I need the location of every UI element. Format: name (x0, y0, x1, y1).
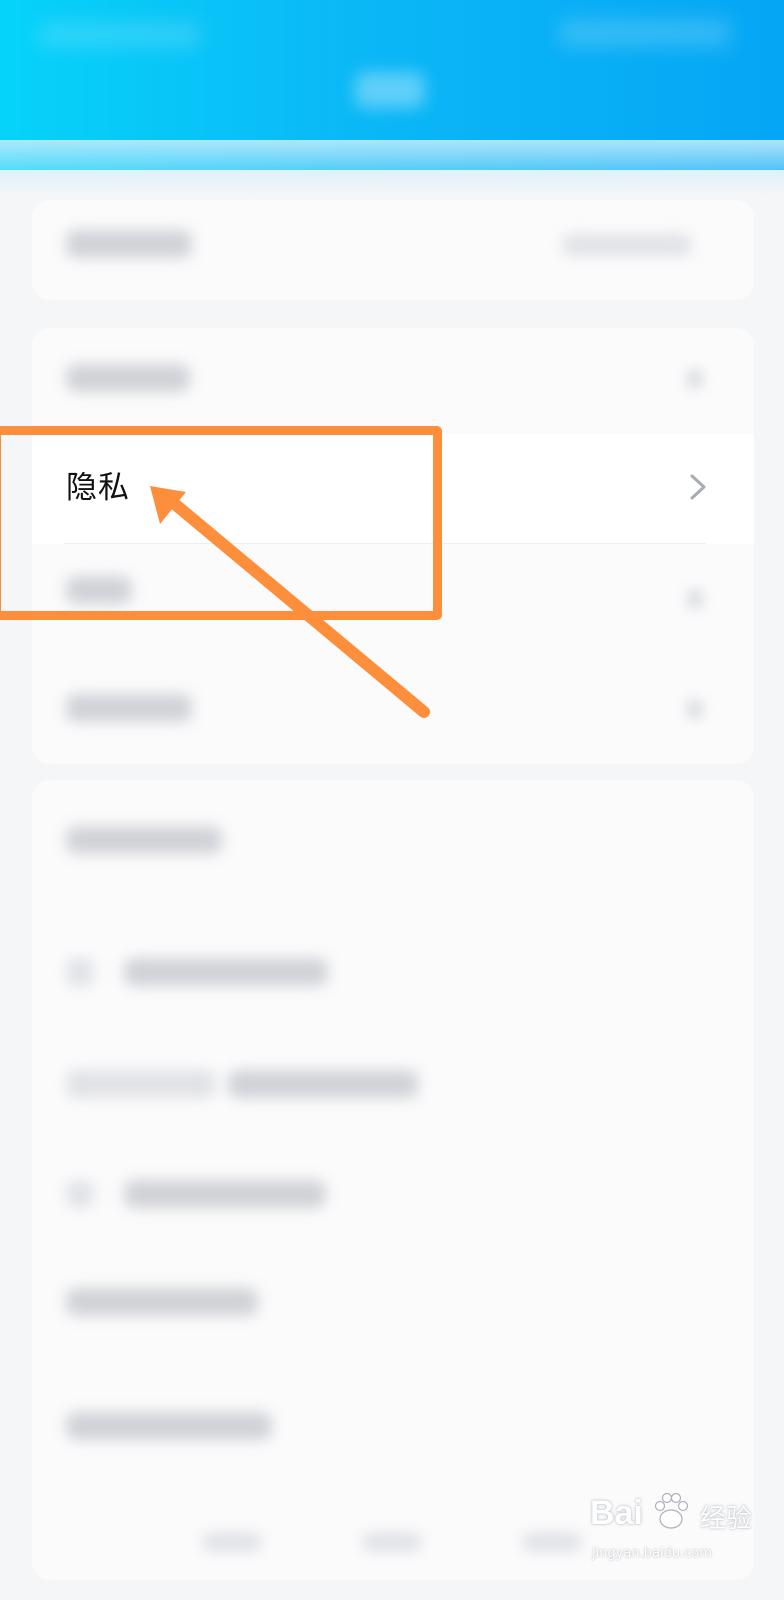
blurred-setting-value (562, 234, 692, 256)
highlight-box (0, 426, 442, 620)
blurred-title (355, 72, 425, 108)
blurred-bottom-item[interactable] (202, 1532, 262, 1552)
settings-card-3 (32, 780, 754, 1580)
chevron-right-icon (690, 474, 706, 500)
blurred-setting-label[interactable] (66, 694, 192, 722)
watermark-suffix: 经验 (700, 1504, 753, 1534)
chevron-right-icon (688, 700, 702, 718)
blurred-setting-label[interactable] (66, 1288, 258, 1316)
blurred-setting-label[interactable] (66, 1070, 216, 1098)
blurred-back-control[interactable] (40, 24, 200, 46)
watermark: Bai 经验 jingyan.baidu.com (590, 1484, 770, 1584)
top-bar (0, 0, 784, 196)
baidu-paw-icon (654, 1492, 689, 1529)
watermark-url: jingyan.baidu.com (592, 1546, 712, 1561)
blurred-bottom-item[interactable] (362, 1532, 422, 1552)
blurred-top-right (560, 20, 730, 46)
blurred-setting-label[interactable] (66, 1412, 272, 1440)
blurred-setting-label[interactable] (228, 1070, 418, 1098)
blurred-setting-icon (66, 958, 94, 986)
blurred-setting-label[interactable] (66, 230, 192, 258)
blurred-setting-label[interactable] (124, 1180, 326, 1208)
blurred-bottom-item[interactable] (522, 1532, 582, 1552)
blurred-setting-icon (66, 1180, 94, 1208)
blurred-setting-label[interactable] (124, 958, 328, 986)
settings-card-1 (32, 200, 754, 300)
chevron-right-icon (688, 590, 702, 608)
blurred-setting-label[interactable] (66, 364, 190, 392)
chevron-right-icon (688, 370, 702, 388)
blurred-setting-label[interactable] (66, 826, 222, 854)
watermark-brand: Bai (590, 1494, 643, 1532)
